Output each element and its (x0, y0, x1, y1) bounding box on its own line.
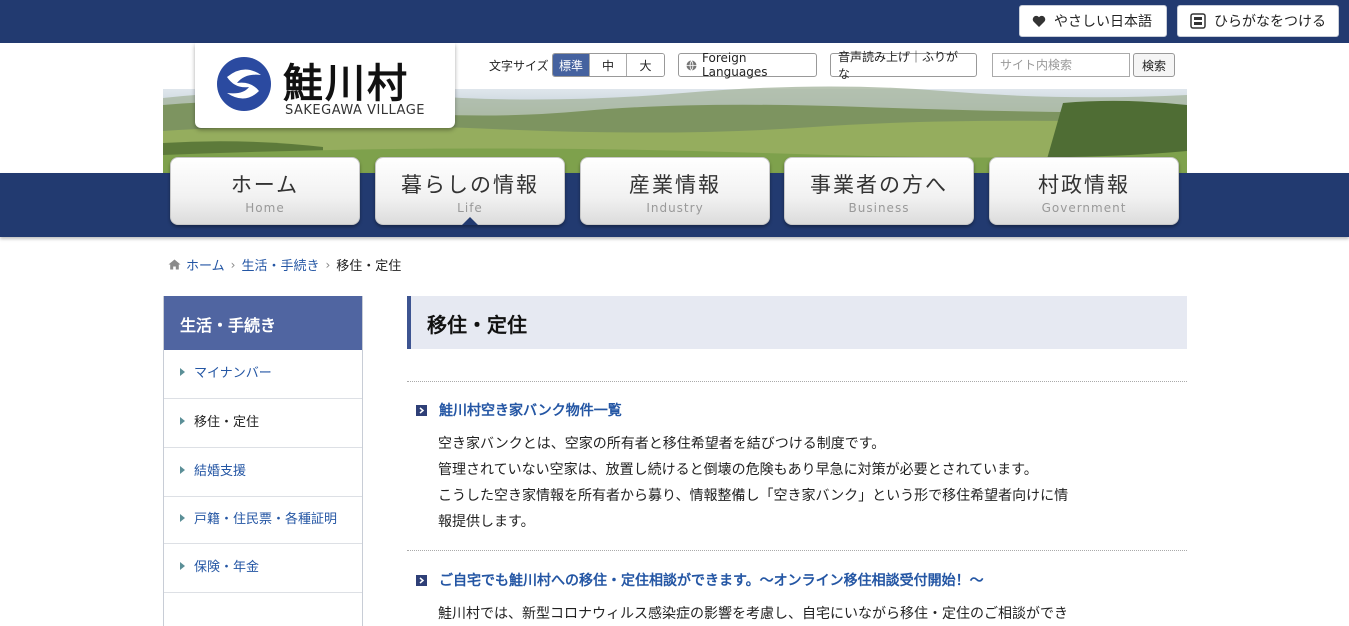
sidebar: 生活・手続き マイナンバー 移住・定住 結婚支援 戸籍・住民票・各種証明 保険・… (163, 296, 363, 626)
font-size-label: 文字サイズ (489, 58, 549, 73)
nav-industry-label: 産業情報 (629, 173, 721, 197)
triangle-right-icon (180, 514, 185, 522)
triangle-right-icon (180, 368, 185, 376)
nav-life-label: 暮らしの情報 (401, 173, 539, 197)
nav-government-label: 村政情報 (1038, 173, 1130, 197)
entry-line: 空き家バンクとは、空家の所有者と移住希望者を結びつける制度です。 (438, 436, 886, 452)
nav-home[interactable]: ホーム Home (170, 157, 360, 225)
chevron-right-icon: › (325, 257, 331, 272)
nav-life-label-en: Life (457, 201, 483, 215)
arrow-right-icon (416, 574, 427, 586)
nav-home-label: ホーム (230, 173, 300, 197)
divider (407, 550, 1187, 551)
sidebar-item-label: 結婚支援 (194, 464, 247, 479)
nav-industry[interactable]: 産業情報 Industry (580, 157, 770, 225)
nav-government-label-en: Government (1041, 201, 1127, 215)
font-size-standard-button[interactable]: 標準 (553, 54, 590, 76)
sidebar-item-marriage-support[interactable]: 結婚支援 (164, 448, 362, 497)
nav-business[interactable]: 事業者の方へ Business (784, 157, 974, 225)
triangle-right-icon (180, 466, 185, 474)
sidebar-item-label: 保険・年金 (194, 560, 260, 575)
entry-line: こうした空き家情報を所有者から募り、情報整備し「空き家バンク」という形で移住希望… (438, 488, 1069, 504)
site-search-input[interactable] (992, 53, 1130, 77)
top-bar: やさしい日本語 ひらがなをつける (0, 0, 1349, 43)
site-logo[interactable]: 鮭川村 SAKEGAWA VILLAGE (195, 43, 455, 128)
entry-title-akiya-bank-link[interactable]: 鮭川村空き家バンク物件一覧 (416, 400, 622, 420)
hiragana-button[interactable]: ひらがなをつける (1177, 5, 1339, 37)
sidebar-item-label: 移住・定住 (194, 415, 260, 430)
divider (407, 381, 1187, 382)
yasashii-nihongo-button[interactable]: やさしい日本語 (1019, 5, 1167, 37)
font-size-selector: 標準 中 大 (552, 53, 665, 77)
breadcrumb-home-link[interactable]: ホーム (186, 255, 225, 274)
entry-title-label: 鮭川村空き家バンク物件一覧 (439, 403, 622, 419)
logo-name: 鮭川村 (283, 60, 409, 107)
nav-life[interactable]: 暮らしの情報 Life (375, 157, 565, 225)
page-title: 移住・定住 (407, 296, 1187, 349)
nav-home-label-en: Home (245, 201, 285, 215)
sidebar-item-insurance-pension[interactable]: 保険・年金 (164, 544, 362, 593)
globe-icon (686, 59, 697, 71)
entry-line: 報提供します。 (438, 514, 535, 530)
triangle-right-icon (180, 417, 185, 425)
village-emblem-icon (217, 57, 271, 111)
chevron-right-icon: › (230, 257, 236, 272)
sidebar-item-family-register[interactable]: 戸籍・住民票・各種証明 (164, 497, 362, 544)
heart-icon (1032, 15, 1046, 28)
nav-business-label-en: Business (848, 201, 910, 215)
entry-title-label: ご自宅でも鮭川村への移住・定住相談ができます。～オンライン移住相談受付開始！～ (439, 573, 984, 589)
sidebar-item-migration[interactable]: 移住・定住 (164, 399, 362, 448)
search-button[interactable]: 検索 (1133, 53, 1175, 77)
entry-title-online-consultation-link[interactable]: ご自宅でも鮭川村への移住・定住相談ができます。～オンライン移住相談受付開始！～ (416, 570, 984, 590)
sidebar-item-label: マイナンバー (194, 366, 272, 381)
logo-name-en: SAKEGAWA VILLAGE (285, 103, 426, 118)
breadcrumb: ホーム › 生活・手続き › 移住・定住 (168, 255, 401, 274)
furigana-icon (1190, 13, 1206, 29)
entry-body-online-consultation: 鮭川村では、新型コロナウィルス感染症の影響を考慮し、自宅にいながら移住・定住のご… (438, 601, 1178, 626)
sidebar-item-mynumber[interactable]: マイナンバー (164, 350, 362, 399)
hiragana-label: ひらがなをつける (1214, 14, 1326, 30)
nav-active-caret (462, 217, 478, 225)
arrow-right-icon (416, 404, 427, 416)
nav-business-label: 事業者の方へ (810, 173, 948, 197)
voice-reading-button[interactable]: 音声読み上げ｜ふりがな (830, 50, 977, 81)
breadcrumb-parent-link[interactable]: 生活・手続き (241, 255, 319, 274)
triangle-right-icon (180, 562, 185, 570)
nav-industry-label-en: Industry (646, 201, 704, 215)
entry-body-akiya-bank: 空き家バンクとは、空家の所有者と移住希望者を結びつける制度です。 管理されていな… (438, 431, 1178, 535)
foreign-languages-button[interactable]: Foreign Languages (678, 51, 817, 79)
entry-line: 鮭川村では、新型コロナウィルス感染症の影響を考慮し、自宅にいながら移住・定住のご… (438, 606, 1068, 622)
breadcrumb-current: 移住・定住 (336, 259, 402, 274)
foreign-languages-label: Foreign Languages (702, 51, 768, 79)
font-size-medium-button[interactable]: 中 (590, 54, 627, 76)
font-size-large-button[interactable]: 大 (627, 54, 664, 76)
sidebar-title: 生活・手続き (164, 296, 362, 350)
yasashii-nihongo-label: やさしい日本語 (1054, 14, 1152, 30)
entry-line: 管理されていない空家は、放置し続けると倒壊の危険もあり早急に対策が必要とされてい… (438, 462, 1038, 478)
sidebar-item-label: 戸籍・住民票・各種証明 (194, 512, 338, 527)
nav-government[interactable]: 村政情報 Government (989, 157, 1179, 225)
home-icon (168, 259, 181, 270)
